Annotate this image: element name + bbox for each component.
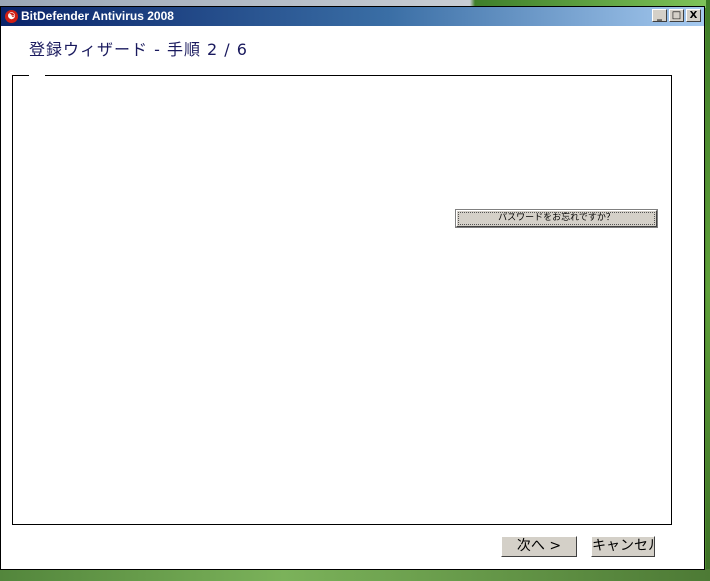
registration-wizard-window: ☯ BitDefender Antivirus 2008 _ □ X 登録ウィザ… bbox=[0, 6, 705, 570]
title-bar[interactable]: ☯ BitDefender Antivirus 2008 _ □ X bbox=[1, 7, 704, 26]
desktop-background-right bbox=[706, 0, 710, 581]
panel-group-label-gap bbox=[29, 74, 45, 78]
bitdefender-logo-icon[interactable]: ☯ bbox=[5, 10, 18, 23]
window-controls: _ □ X bbox=[652, 9, 701, 22]
forgot-password-label: パスワードをお忘れですか？ bbox=[458, 212, 655, 225]
wizard-content-panel: パスワードをお忘れですか？ bbox=[12, 74, 672, 525]
cancel-button[interactable]: キャンセル bbox=[591, 536, 655, 557]
forgot-password-button[interactable]: パスワードをお忘れですか？ bbox=[455, 209, 658, 228]
window-title: BitDefender Antivirus 2008 bbox=[21, 9, 174, 23]
close-button[interactable]: X bbox=[686, 9, 701, 22]
minimize-button[interactable]: _ bbox=[652, 9, 667, 22]
next-button[interactable]: 次へ > bbox=[501, 536, 577, 557]
wizard-step-title: 登録ウィザード - 手順 2 / 6 bbox=[29, 40, 248, 59]
maximize-button[interactable]: □ bbox=[669, 9, 684, 22]
desktop-background-bottom bbox=[0, 569, 710, 581]
